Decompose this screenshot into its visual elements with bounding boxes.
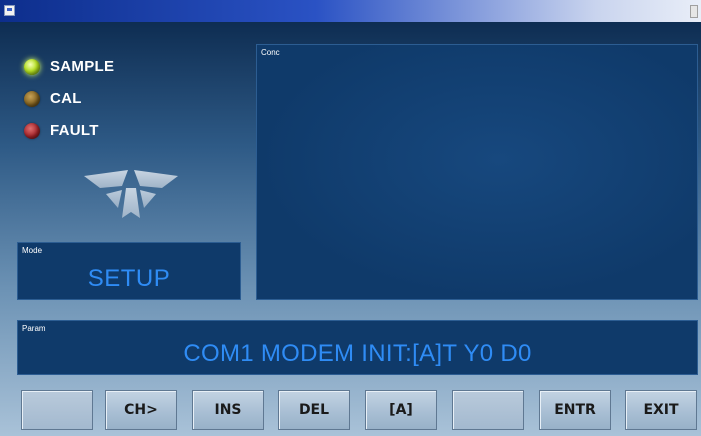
concentration-display: Conc [256, 44, 698, 300]
fault-led-icon [24, 122, 40, 139]
fault-indicator: FAULT [24, 122, 99, 139]
mode-display: Mode SETUP [17, 242, 241, 300]
front-panel-key-1[interactable] [21, 390, 93, 430]
entr-key[interactable]: ENTR [539, 390, 611, 430]
conc-label: Conc [261, 48, 280, 57]
sample-indicator-label: SAMPLE [50, 58, 115, 75]
window-title-bar [0, 0, 701, 22]
mode-value: SETUP [87, 265, 171, 292]
cal-led-icon [24, 90, 40, 107]
param-value: COM1 MODEM INIT:[A]T Y0 D0 [183, 340, 532, 367]
sample-indicator: SAMPLE [24, 58, 114, 75]
cal-indicator: CAL [24, 90, 82, 107]
window-close-button[interactable] [690, 5, 698, 18]
window-menu-icon[interactable] [4, 5, 15, 16]
instrument-front-panel: SAMPLE CAL FAULT Mode SETUP Conc Param C… [0, 22, 701, 436]
param-label: Param [22, 324, 46, 333]
ch-next-key[interactable]: CH> [105, 390, 177, 430]
fault-indicator-label: FAULT [50, 122, 99, 139]
parameter-display: Param COM1 MODEM INIT:[A]T Y0 D0 [17, 320, 698, 375]
cal-indicator-label: CAL [50, 90, 82, 107]
sample-led-icon [24, 58, 40, 75]
exit-key[interactable]: EXIT [625, 390, 697, 430]
char-a-key[interactable]: [A] [365, 390, 437, 430]
del-key[interactable]: DEL [278, 390, 350, 430]
ins-key[interactable]: INS [192, 390, 264, 430]
front-panel-key-6[interactable] [452, 390, 524, 430]
mode-label: Mode [22, 246, 43, 255]
company-logo-icon [84, 170, 178, 218]
